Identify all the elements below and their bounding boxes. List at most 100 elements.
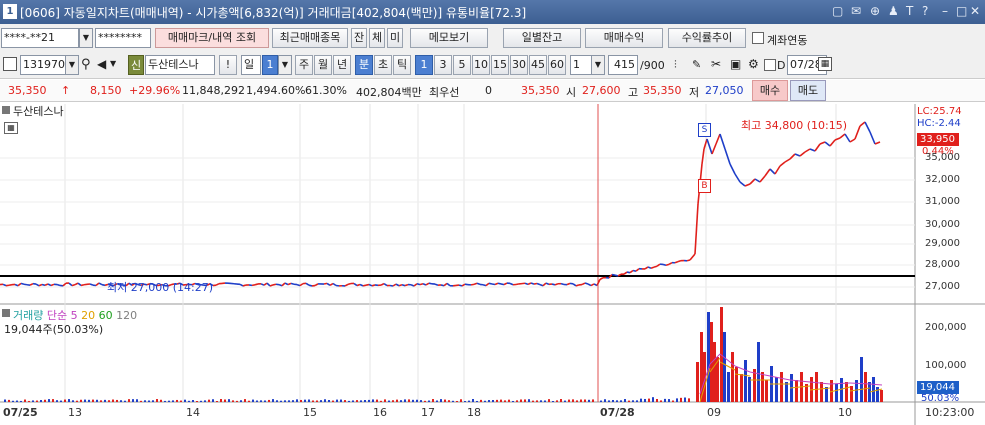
period-second-button[interactable]: 초 [374, 55, 392, 75]
trade-mark-button[interactable]: 매매마크/내역 조회 [155, 28, 269, 48]
x-label: 07/28 [600, 406, 635, 419]
period-tick-button[interactable]: 틱 [393, 55, 411, 75]
change-rate: +29.96% [129, 84, 181, 97]
volume-bar [196, 400, 198, 402]
mail-icon[interactable]: ✉ [851, 4, 861, 18]
volume-bar [168, 400, 170, 402]
minute-15-button[interactable]: 15 [491, 55, 509, 75]
minute-5-button[interactable]: 5 [453, 55, 471, 75]
volume-bar [328, 400, 330, 402]
volume-bar [156, 399, 158, 402]
chevron-down-icon[interactable]: ▼ [79, 28, 93, 48]
volume-bar [76, 400, 78, 402]
chart-panel[interactable]: 두산테스나 ▦ LC:25.74 HC:-2.44 33,950 0.44% 3… [0, 103, 985, 425]
search-icon[interactable]: ⚲ [81, 57, 91, 72]
account-field[interactable]: ****-**21 [1, 28, 79, 48]
price-segment [290, 282, 295, 286]
unfilled-button[interactable]: 미 [387, 28, 403, 48]
minute-30-button[interactable]: 30 [510, 55, 528, 75]
password-field[interactable]: ******** [95, 28, 151, 48]
minute-1-button[interactable]: 1 [415, 55, 433, 75]
maximize-icon[interactable]: □ [956, 4, 967, 18]
calendar-icon[interactable]: ▦ [818, 57, 832, 71]
recent-trades-button[interactable]: 최근매매종목 [272, 28, 348, 48]
volume-bar [765, 380, 768, 402]
minute-3-button[interactable]: 3 [434, 55, 452, 75]
best-value: 0 [485, 84, 492, 97]
volume-bar [152, 400, 154, 402]
period-field[interactable]: 일 [241, 55, 261, 75]
minute-10-button[interactable]: 10 [472, 55, 490, 75]
x-label: 14 [186, 406, 200, 419]
count-field[interactable]: 415 [608, 55, 638, 75]
minute-60-button[interactable]: 60 [548, 55, 566, 75]
account-link-checkbox[interactable] [752, 32, 764, 44]
buy-marker[interactable]: B [698, 179, 711, 193]
crosshair-icon[interactable]: ⊕ [870, 4, 880, 18]
price-segment [272, 283, 277, 286]
volume-bar [4, 399, 6, 402]
close-icon[interactable]: ✕ [970, 4, 980, 18]
volume-bar [785, 382, 788, 402]
volume-bar [560, 399, 562, 402]
price-segment [356, 283, 361, 287]
x-label: 07/25 [3, 406, 38, 419]
price-chart[interactable] [0, 104, 985, 425]
volume-bar [584, 399, 586, 402]
layout-icon[interactable] [3, 57, 17, 71]
stock-name-field[interactable]: 두산테스나 [145, 55, 215, 75]
draw-tool-icon[interactable]: ✎ [692, 58, 701, 71]
daily-balance-button[interactable]: 일별잔고 [503, 28, 581, 48]
volume-bar [28, 400, 30, 402]
period-num-button[interactable]: 1 [262, 55, 278, 75]
minimize-icon[interactable]: – [942, 4, 948, 18]
window-icon-icon[interactable]: ▢ [832, 4, 843, 18]
stock-code-field[interactable]: 131970 [20, 55, 66, 75]
volume-bar [68, 399, 70, 402]
buy-tab[interactable]: 매수 [752, 80, 788, 101]
balance-button[interactable]: 잔 [351, 28, 367, 48]
memo-button[interactable]: 메모보기 [410, 28, 488, 48]
yield-trend-button[interactable]: 수익률추이 [668, 28, 746, 48]
volume-bar [236, 400, 238, 402]
collapse-icon[interactable] [2, 106, 10, 114]
font-icon[interactable]: T [906, 4, 913, 18]
window-title: [0606] 자동일지차트(매매내역) - 시가총액[6,832(억)] 거래대… [20, 6, 527, 20]
sell-tab[interactable]: 매도 [790, 80, 826, 101]
period-minute-button[interactable]: 분 [355, 55, 373, 75]
chevron-down-icon[interactable]: ▼ [65, 55, 79, 75]
alert-button[interactable]: ! [219, 55, 237, 75]
volume-bar [396, 399, 398, 402]
trade-profit-button[interactable]: 매매수익 [585, 28, 663, 48]
volume-rate: 1,494.60% [246, 84, 306, 97]
volume-bar [845, 382, 848, 402]
chevron-down-icon[interactable]: ▼ [591, 55, 605, 75]
pin-icon[interactable]: ♟ [888, 4, 899, 18]
candle-icon[interactable]: ⫶ [674, 58, 677, 72]
volume-bar [628, 400, 630, 402]
chevron-down-icon[interactable]: ▼ [278, 55, 292, 75]
x-label: 10:23:00 [925, 406, 975, 419]
up-arrow-icon: ↑ [61, 84, 71, 97]
low-annotation: 최저 27,000 (14:27) [107, 281, 214, 294]
period-year-button[interactable]: 년 [333, 55, 351, 75]
date-checkbox[interactable] [764, 59, 776, 71]
save-icon[interactable]: ▣ [730, 57, 741, 71]
table-icon[interactable]: ▦ [4, 122, 18, 134]
gear-icon[interactable]: ⚙ [748, 57, 759, 71]
volume-bar [448, 400, 450, 402]
count-select[interactable]: 1 [570, 55, 592, 75]
volume-bar [588, 399, 590, 402]
collapse-icon[interactable] [2, 309, 10, 317]
price-tick: 28,000 [925, 259, 960, 270]
minute-45-button[interactable]: 45 [529, 55, 547, 75]
period-week-button[interactable]: 주 [295, 55, 313, 75]
volume-tick: 100,000 [925, 360, 967, 371]
sell-marker[interactable]: S [698, 123, 711, 137]
filled-button[interactable]: 체 [369, 28, 385, 48]
chevron-down-icon[interactable]: ▼ [110, 59, 116, 68]
speaker-icon[interactable]: ◀ [97, 57, 106, 71]
period-month-button[interactable]: 월 [314, 55, 332, 75]
scissors-icon[interactable]: ✂ [711, 57, 721, 71]
help-icon[interactable]: ? [922, 4, 928, 18]
